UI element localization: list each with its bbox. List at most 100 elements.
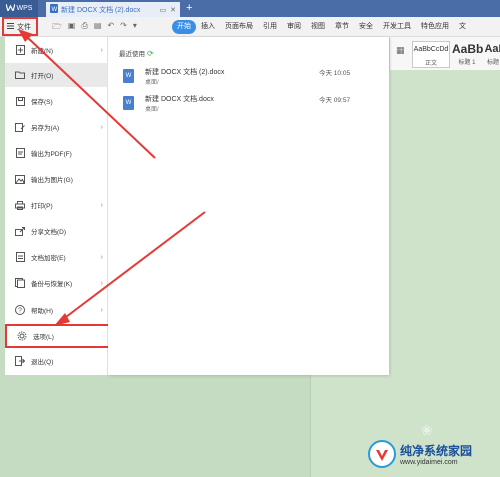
style-gallery-icon[interactable]: ▦ xyxy=(396,45,405,56)
print-icon[interactable]: ⎙ xyxy=(81,21,87,35)
gear-icon xyxy=(17,331,27,341)
menu-item-backup[interactable]: 备份与恢复(K) › xyxy=(5,271,108,295)
new-tab-button[interactable]: + xyxy=(186,2,192,14)
menu-item-share[interactable]: 分享文档(D) xyxy=(5,219,108,243)
app-label: WPS xyxy=(16,5,33,12)
tab-start[interactable]: 开始 xyxy=(172,20,196,34)
chevron-right-icon: › xyxy=(100,46,103,54)
quick-save-icon[interactable]: ▣ xyxy=(68,21,76,35)
menu-item-label: 选项(L) xyxy=(33,334,54,341)
menu-item-label: 文档加密(E) xyxy=(31,255,66,262)
svg-text:?: ? xyxy=(18,308,22,315)
menu-item-label: 另存为(A) xyxy=(31,125,60,132)
help-icon: ? xyxy=(15,305,25,315)
chevron-right-icon: › xyxy=(100,306,103,314)
backup-icon xyxy=(15,278,25,288)
save-as-icon xyxy=(15,122,25,132)
title-bar: WPS W 新建 DOCX 文档 (2).docx ▭ ✕ + xyxy=(0,0,500,17)
folder-icon xyxy=(15,70,25,80)
quick-access-toolbar: 🗁 ▣ ⎙ ▤ ↶ ↷ ▾ xyxy=(52,21,137,35)
refresh-icon[interactable]: ⟳ xyxy=(147,49,154,58)
menu-item-save[interactable]: 保存(S) xyxy=(5,89,108,113)
image-icon xyxy=(15,174,25,184)
preview-icon[interactable]: ▤ xyxy=(94,21,102,35)
menu-item-label: 输出为PDF(F) xyxy=(31,151,72,158)
tab-developer[interactable]: 开发工具 xyxy=(378,20,416,34)
wps-app-button[interactable]: WPS xyxy=(0,0,38,17)
menu-item-new[interactable]: 新建(N) › xyxy=(5,38,108,62)
chevron-right-icon: › xyxy=(100,253,103,261)
recent-file-time: 今天 09:57 xyxy=(319,97,351,104)
tab-page-layout[interactable]: 页面布局 xyxy=(220,20,258,34)
chevron-right-icon: › xyxy=(100,279,103,287)
wps-logo-icon xyxy=(4,3,16,13)
style-heading[interactable]: AaI 标题 xyxy=(484,41,500,68)
tab-section[interactable]: 章节 xyxy=(330,20,354,34)
document-tab-title: 新建 DOCX 文档 (2).docx xyxy=(61,6,141,14)
more-icon[interactable]: ▾ xyxy=(133,21,137,35)
exit-icon xyxy=(15,356,25,366)
styles-gallery: ▦ AaBbCcDd 正文 AaBb 标题 1 AaI 标题 xyxy=(390,37,500,70)
recent-title: 最近使用 ⟳ xyxy=(119,48,154,59)
menu-item-save-as[interactable]: 另存为(A) › xyxy=(5,115,108,139)
paw-print-icon: ❀ xyxy=(421,422,433,438)
watermark: 纯净系统家园 www.yidaimei.com xyxy=(368,440,472,468)
recent-file-time: 今天 10:05 xyxy=(319,70,351,77)
menu-item-label: 输出为图片(G) xyxy=(31,177,73,184)
recent-file-name: 新建 DOCX 文档.docx xyxy=(145,96,214,103)
menu-item-label: 备份与恢复(K) xyxy=(31,281,73,288)
chevron-right-icon: › xyxy=(100,123,103,131)
menu-item-label: 帮助(H) xyxy=(31,308,54,315)
menu-item-label: 新建(N) xyxy=(31,48,54,55)
tab-references[interactable]: 引用 xyxy=(258,20,282,34)
recent-file-path: 桌面/ xyxy=(145,107,159,113)
style-normal[interactable]: AaBbCcDd 正文 xyxy=(412,41,450,68)
word-doc-icon: W xyxy=(123,69,134,83)
menu-item-options[interactable]: 选项(L) xyxy=(5,324,110,348)
recent-file-item[interactable]: W 新建 DOCX 文档 (2).docx 桌面/ 今天 10:05 xyxy=(123,67,363,91)
menu-item-label: 打印(P) xyxy=(31,203,53,210)
recent-file-name: 新建 DOCX 文档 (2).docx xyxy=(145,69,225,76)
watermark-title: 纯净系统家园 xyxy=(400,444,473,458)
recent-file-item[interactable]: W 新建 DOCX 文档.docx 桌面/ 今天 09:57 xyxy=(123,94,363,118)
menu-item-help[interactable]: ? 帮助(H) › xyxy=(5,298,108,322)
close-tab-icon[interactable]: ✕ xyxy=(170,6,176,14)
undo-icon[interactable]: ↶ xyxy=(107,21,114,35)
svg-text:W: W xyxy=(52,7,58,13)
tab-view[interactable]: 视图 xyxy=(306,20,330,34)
redo-icon[interactable]: ↷ xyxy=(120,21,127,35)
document-tab[interactable]: W 新建 DOCX 文档 (2).docx ▭ ✕ xyxy=(46,2,180,17)
menu-item-encrypt[interactable]: 文档加密(E) › xyxy=(5,245,108,269)
menu-item-label: 分享文档(D) xyxy=(31,229,67,236)
tab-special-apps[interactable]: 特色应用 xyxy=(416,20,454,34)
style-heading-1[interactable]: AaBb 标题 1 xyxy=(452,41,483,68)
share-icon xyxy=(15,226,25,236)
encrypt-icon xyxy=(15,252,25,262)
save-icon xyxy=(15,96,25,106)
recent-file-path: 桌面/ xyxy=(145,80,159,86)
file-menu: 新建(N) › 打开(O) 保存(S) 另存为(A) › 输出为PDF(F) 输… xyxy=(5,37,110,375)
toolbar: 文件 🗁 ▣ ⎙ ▤ ↶ ↷ ▾ 开始 插入 页面布局 引用 审阅 视图 章节 … xyxy=(0,17,500,37)
word-doc-icon: W xyxy=(123,96,134,110)
tab-insert[interactable]: 插入 xyxy=(196,20,220,34)
pdf-icon xyxy=(15,148,25,158)
recent-files-panel: 最近使用 ⟳ W 新建 DOCX 文档 (2).docx 桌面/ 今天 10:0… xyxy=(108,37,389,375)
new-doc-icon xyxy=(15,45,25,55)
chevron-right-icon: › xyxy=(100,201,103,209)
open-folder-icon[interactable]: 🗁 xyxy=(52,21,62,35)
menu-item-export-image[interactable]: 输出为图片(G) xyxy=(5,167,108,191)
word-doc-icon: W xyxy=(50,4,58,15)
menu-item-exit[interactable]: 退出(Q) xyxy=(5,349,108,373)
tab-security[interactable]: 安全 xyxy=(354,20,378,34)
menu-item-open[interactable]: 打开(O) xyxy=(5,63,108,87)
tab-more[interactable]: 文 xyxy=(454,20,471,34)
tab-review[interactable]: 审阅 xyxy=(282,20,306,34)
menu-item-export-pdf[interactable]: 输出为PDF(F) xyxy=(5,141,108,165)
printer-icon xyxy=(15,200,25,210)
ribbon-tabs: 开始 插入 页面布局 引用 审阅 视图 章节 安全 开发工具 特色应用 文 xyxy=(172,20,471,34)
menu-item-print[interactable]: 打印(P) › xyxy=(5,193,108,217)
menu-item-label: 退出(Q) xyxy=(31,359,54,366)
site-logo-icon xyxy=(368,440,396,468)
menu-item-label: 打开(O) xyxy=(31,73,54,80)
window-restore-icon[interactable]: ▭ xyxy=(160,6,167,14)
